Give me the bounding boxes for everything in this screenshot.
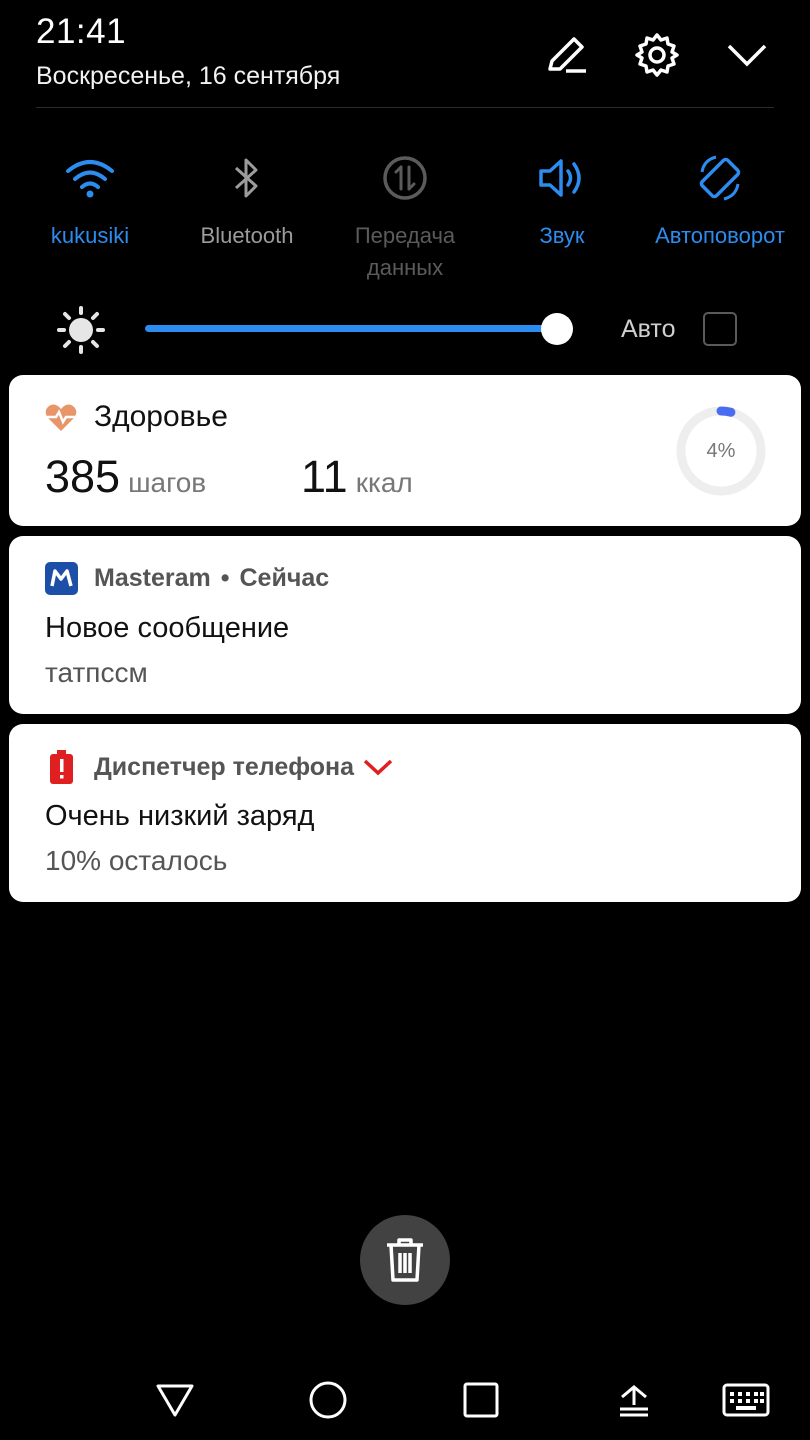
kcal-value: 11 [301,451,348,502]
date-label: Воскресенье, 16 сентября [36,62,341,90]
recents-square-icon [463,1382,499,1418]
message-time: Сейчас [239,564,330,592]
clock: 21:41 [36,12,127,51]
steps-unit: шагов [128,467,207,498]
settings-gear-icon [635,33,679,77]
clear-all-button[interactable] [360,1215,450,1305]
health-app-name: Здоровье [94,400,228,433]
tile-label: Bluetooth [200,223,294,248]
collapse-button[interactable] [722,30,772,80]
settings-button[interactable] [632,30,682,80]
health-card[interactable]: Здоровье 385 шагов 11 ккал 4% [9,375,801,526]
keyboard-icon [722,1383,770,1417]
message-title: Новое сообщение [45,612,290,644]
nav-back-button[interactable] [145,1373,205,1427]
edit-button[interactable] [541,30,591,80]
tile-label: Передача данных [354,223,456,280]
kcal-readout: 11 ккал [301,451,413,503]
message-header: Masteram • Сейчас [45,562,329,595]
tile-auto-rotate[interactable]: Автоповорот [640,148,800,252]
auto-brightness-checkbox[interactable] [703,312,737,346]
message-notification-card[interactable]: Masteram • Сейчас Новое сообщение татпсс… [9,536,801,714]
tile-label: Автоповорот [655,223,785,248]
kcal-unit: ккал [355,467,413,498]
brightness-icon [57,306,105,354]
steps-value: 385 [45,451,121,502]
battery-notification-card[interactable]: Диспетчер телефона Очень низкий заряд 10… [9,724,801,902]
battery-title: Очень низкий заряд [45,800,315,832]
trash-icon [387,1238,423,1282]
auto-rotate-icon [699,155,741,201]
steps-progress-label: 4% [706,439,736,462]
brightness-slider-thumb[interactable] [541,313,573,345]
steps-readout: 385 шагов [45,451,206,503]
brightness-slider-track[interactable] [145,325,560,332]
edit-icon [548,37,586,73]
tile-label: Звук [539,223,585,248]
nav-recents-button[interactable] [451,1373,511,1427]
battery-header: Диспетчер телефона [45,750,394,784]
nav-notification-button[interactable] [604,1373,664,1427]
tile-mobile-data[interactable]: Передача данных [325,148,485,284]
nav-home-button[interactable] [298,1373,358,1427]
auto-brightness-label: Авто [621,315,676,343]
home-circle-icon [309,1381,347,1419]
battery-app-name: Диспетчер телефона [94,752,355,781]
message-app-name: Masteram [94,564,211,592]
battery-text: 10% осталось [45,845,228,876]
header-separator: • [220,564,230,592]
upload-arrow-icon [620,1385,648,1417]
tile-bluetooth[interactable]: Bluetooth [167,148,327,252]
back-triangle-icon [156,1384,194,1417]
nav-keyboard-button[interactable] [716,1373,776,1427]
tile-sound[interactable]: Звук [482,148,642,252]
tile-wifi[interactable]: kukusiki [10,148,170,252]
header-divider [36,107,774,108]
bluetooth-icon [234,158,258,198]
battery-warning-icon [50,750,73,784]
tile-label: kukusiki [50,223,130,248]
masteram-app-icon [45,562,78,595]
mobile-data-icon [383,156,427,200]
wifi-icon [66,160,114,198]
message-text: татпссм [45,657,148,688]
health-heart-icon [45,404,77,431]
chevron-down-icon [727,44,767,67]
sound-icon [539,159,581,197]
expand-chevron-icon[interactable] [362,757,394,777]
